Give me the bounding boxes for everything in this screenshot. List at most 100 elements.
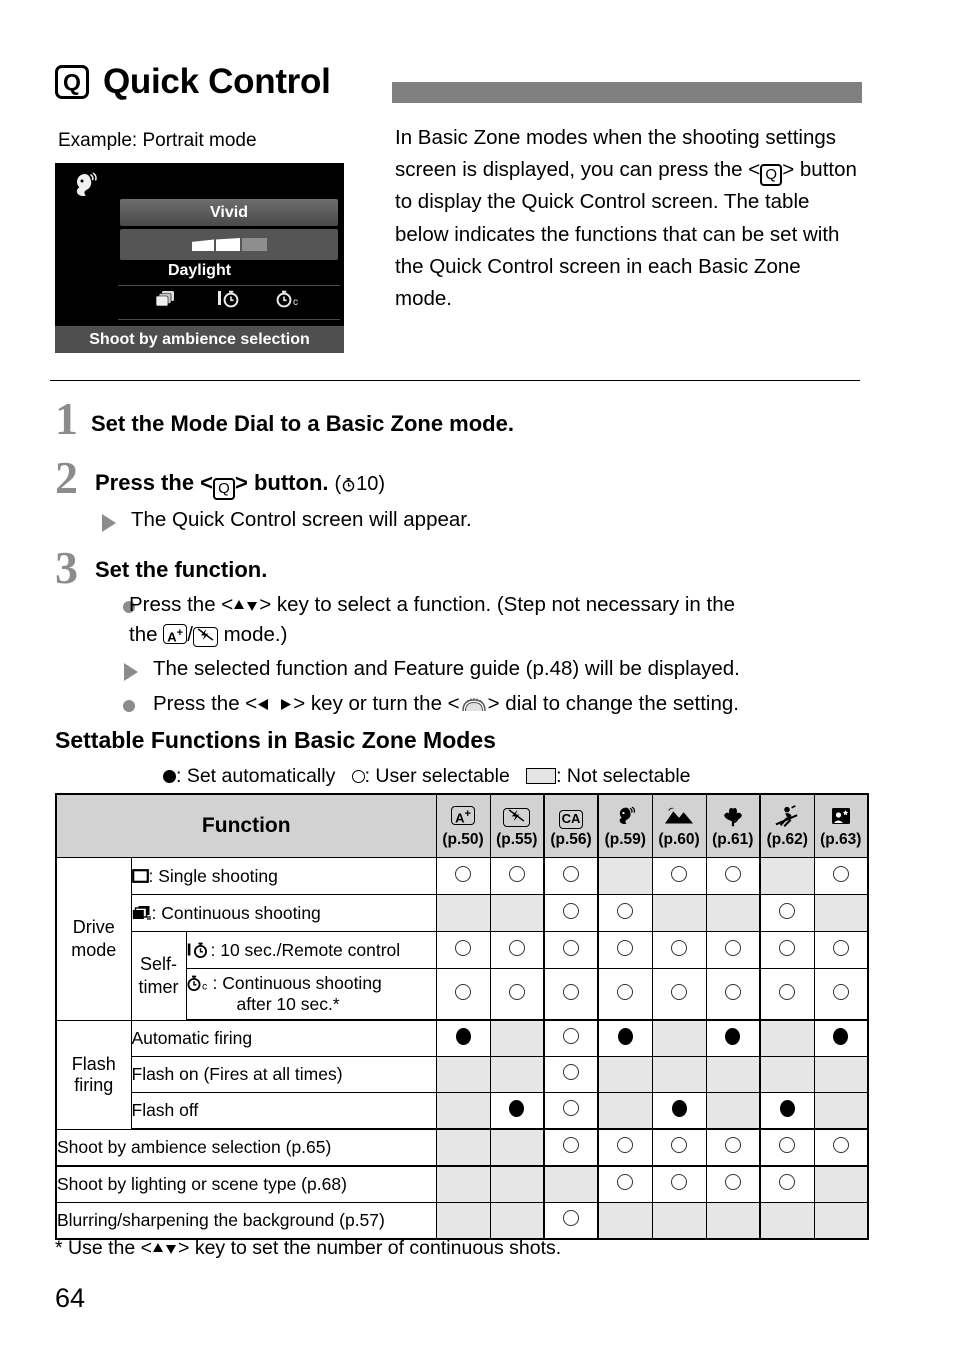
cell-mark [597,894,653,932]
legend-grey-label: : Not selectable [556,765,691,787]
step-3-bullet-3: Press the < > key or turn the < > dial to … [153,689,739,719]
drive-mode-icon-row: c [155,289,315,313]
table-row: Blurring/sharpening the background (p.57… [54,1202,870,1240]
row-label-flash-off: Flash off [130,1092,437,1130]
cell-mark [543,1165,599,1203]
step-2-result-text: The Quick Control screen will appear. [131,508,472,531]
function-header: Function [54,793,437,858]
step-1-title: Set the Mode Dial to a Basic Zone mode. [91,411,514,436]
cell-mark [651,894,707,932]
table-header-row: Function A+ (p.50) (p.55) CA (p.56) (p.5… [54,793,870,858]
step-2: 2 Press the < Q > button.(10) The Quick Co… [55,455,865,540]
mode-page-ref: (p.59) [604,830,646,848]
table-row: Drive mode : Single shooting [55,857,870,1021]
table-row: Self-timer : 10 sec./Remote control [56,931,870,1021]
page-title-row: Q Quick Control [55,62,900,110]
bullet-1-text-b: > key to select a function. (Step not ne… [259,593,736,616]
self-timer-group-label: Self-timer [130,931,187,1021]
cell-mark [651,857,707,895]
table-row: Flash on (Fires at all times) [56,1056,870,1093]
mode-page-ref: (p.63) [820,830,862,848]
cell-mark [759,931,815,969]
continuous-shooting-icon [132,903,152,923]
scene-intelligent-auto-icon: A+ [437,805,490,831]
cell-mark [813,968,870,1021]
cell-mark [489,1165,545,1203]
row-label-text: : 10 sec./Remote control [210,939,401,960]
cell-mark [543,1019,599,1057]
cell-mark [435,857,491,895]
cell-mark [759,968,815,1021]
footnote-text-b: > key to set the number of continuous sh… [178,1237,562,1259]
self-timer-10sec-icon [217,289,241,314]
cell-mark [435,894,491,932]
result-triangle-icon [124,663,138,681]
cell-mark [489,931,545,969]
row-label-blurring-sharpening: Blurring/sharpening the background (p.57… [54,1202,437,1240]
step-3-bullet-2: The selected function and Feature guide … [153,657,740,680]
night-portrait-icon [815,805,868,831]
cell-mark [489,1202,545,1240]
left-right-key-icon [257,692,293,715]
self-timer-continuous-icon: c [187,973,213,993]
cell-mark [489,857,545,895]
mode-header-creative-auto: CA (p.56) [543,793,599,858]
legend-filled-label: : Set automatically [176,765,336,787]
cell-mark [705,894,761,932]
screen-divider-top [118,285,340,286]
cell-mark [759,1019,815,1057]
cell-mark [759,857,815,895]
mode-header-sports: (p.62) [759,793,815,858]
cell-mark [705,931,761,969]
row-label-self-timer-continuous: c: Continuous shooting after 10 sec.* [185,968,437,1021]
mode-header-scene-intelligent-auto: A+ (p.50) [435,793,491,858]
mode-header-close-up: (p.61) [705,793,761,858]
table-row: Shoot by lighting or scene type (p.68) [54,1165,870,1203]
table-legend: : Set automatically : User selectable : … [163,765,691,788]
svg-text:c: c [202,981,207,993]
cell-mark [435,968,491,1021]
legend-open-label: : User selectable [364,765,510,787]
cell-mark [597,1165,653,1203]
row-label-lighting-scene-type: Shoot by lighting or scene type (p.68) [54,1165,437,1203]
close-up-icon [707,805,760,831]
flash-firing-group-label: Flash firing [55,1019,132,1130]
table-footnote: * Use the < > key to set the number of co… [55,1237,561,1260]
cell-mark [651,931,707,969]
cell-mark [651,1165,707,1203]
svg-text:c: c [293,297,298,308]
step-2-title-b: > button. [235,470,329,495]
intro-paragraph: In Basic Zone modes when the shooting se… [395,122,863,315]
mode-page-ref: (p.62) [766,830,808,848]
cell-mark [759,1165,815,1203]
cell-mark [597,1019,653,1057]
cell-mark [813,931,870,969]
table-row: Flash firing Automatic firing [55,1019,870,1130]
row-label-text: : Continuous shooting [212,973,382,993]
mode-header-portrait: (p.59) [597,793,653,858]
continuous-shooting-icon [155,289,177,313]
cell-mark [651,1019,707,1057]
example-caption: Example: Portrait mode [58,130,257,151]
sports-icon [761,804,814,831]
cell-mark [543,1092,599,1130]
legend-open-circle-icon [351,770,365,783]
step-3-bullet-1: Press the < > key to select a function. (… [129,590,869,650]
cell-mark [597,1056,653,1093]
flash-off-icon [491,805,544,831]
cell-mark [651,968,707,1021]
cell-mark [651,1092,707,1130]
cell-mark [543,1202,599,1240]
cell-mark [705,857,761,895]
cell-mark [813,1092,870,1130]
row-label-self-timer-10sec: : 10 sec./Remote control [185,931,437,969]
cell-mark [651,1128,707,1167]
bullet-3-text-c: > dial to change the setting. [487,692,739,715]
result-triangle-icon [102,514,116,532]
step-3-number: 3 [55,542,78,593]
ambience-slider [120,229,338,260]
main-dial-icon [460,692,488,715]
row-label-single-shooting: : Single shooting [130,857,437,895]
step-3-title: Set the function. [95,557,268,582]
mode-page-ref: (p.55) [496,830,538,848]
